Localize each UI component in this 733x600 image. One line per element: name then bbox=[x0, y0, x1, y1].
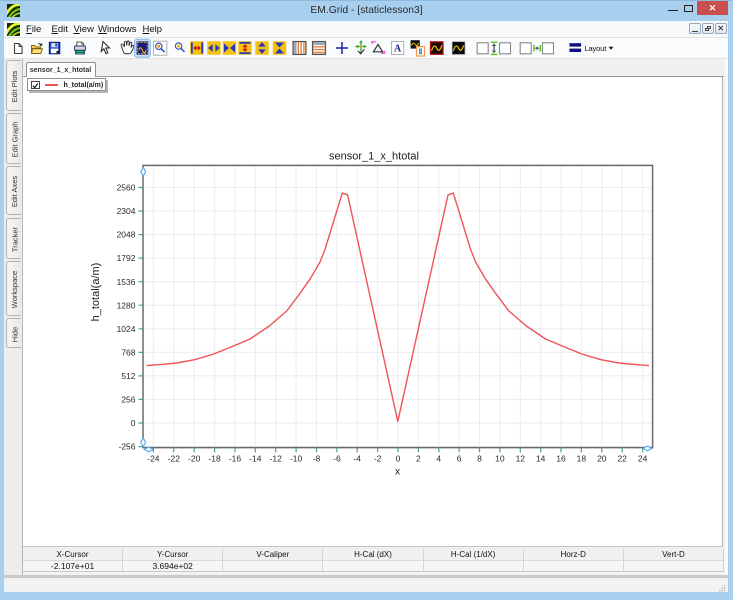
svg-text:-18: -18 bbox=[208, 454, 221, 464]
svg-text:sensor_1_x_htotal: sensor_1_x_htotal bbox=[329, 151, 419, 163]
svg-text:0: 0 bbox=[396, 454, 401, 464]
svg-text:2304: 2304 bbox=[117, 206, 136, 216]
svg-text:-8: -8 bbox=[313, 454, 321, 464]
svg-text:1280: 1280 bbox=[117, 300, 136, 310]
svg-text:-6: -6 bbox=[333, 454, 341, 464]
svg-text:Layout: Layout bbox=[585, 44, 608, 53]
svg-text:2560: 2560 bbox=[117, 183, 136, 193]
svg-text:-10: -10 bbox=[290, 454, 303, 464]
svg-text:1536: 1536 bbox=[117, 277, 136, 287]
svg-text:-24: -24 bbox=[147, 454, 160, 464]
svg-text:-16: -16 bbox=[229, 454, 242, 464]
svg-text:-2: -2 bbox=[374, 454, 382, 464]
svg-text:-4: -4 bbox=[353, 454, 361, 464]
svg-text:768: 768 bbox=[121, 348, 135, 358]
svg-text:-20: -20 bbox=[188, 454, 201, 464]
svg-text:0: 0 bbox=[131, 418, 136, 428]
svg-text:-256: -256 bbox=[118, 442, 135, 452]
svg-text:8: 8 bbox=[477, 454, 482, 464]
svg-text:-12: -12 bbox=[270, 454, 283, 464]
svg-text:512: 512 bbox=[121, 371, 135, 381]
svg-text:1024: 1024 bbox=[117, 324, 136, 334]
svg-text:16: 16 bbox=[556, 454, 566, 464]
svg-text:A: A bbox=[394, 44, 402, 55]
svg-text:18: 18 bbox=[577, 454, 587, 464]
svg-text:h_total(a/m): h_total(a/m) bbox=[90, 263, 102, 322]
svg-text:256: 256 bbox=[121, 395, 135, 405]
svg-text:22: 22 bbox=[617, 454, 627, 464]
svg-text:14: 14 bbox=[536, 454, 546, 464]
svg-text:2: 2 bbox=[416, 454, 421, 464]
svg-text:-22: -22 bbox=[168, 454, 181, 464]
svg-text:1792: 1792 bbox=[117, 253, 136, 263]
svg-text:2048: 2048 bbox=[117, 230, 136, 240]
svg-text:6: 6 bbox=[457, 454, 462, 464]
svg-text:24: 24 bbox=[638, 454, 648, 464]
svg-text:12: 12 bbox=[516, 454, 526, 464]
svg-text:-14: -14 bbox=[249, 454, 262, 464]
svg-text:4: 4 bbox=[436, 454, 441, 464]
svg-text:10: 10 bbox=[495, 454, 505, 464]
svg-text:20: 20 bbox=[597, 454, 607, 464]
svg-text:x: x bbox=[395, 467, 400, 478]
